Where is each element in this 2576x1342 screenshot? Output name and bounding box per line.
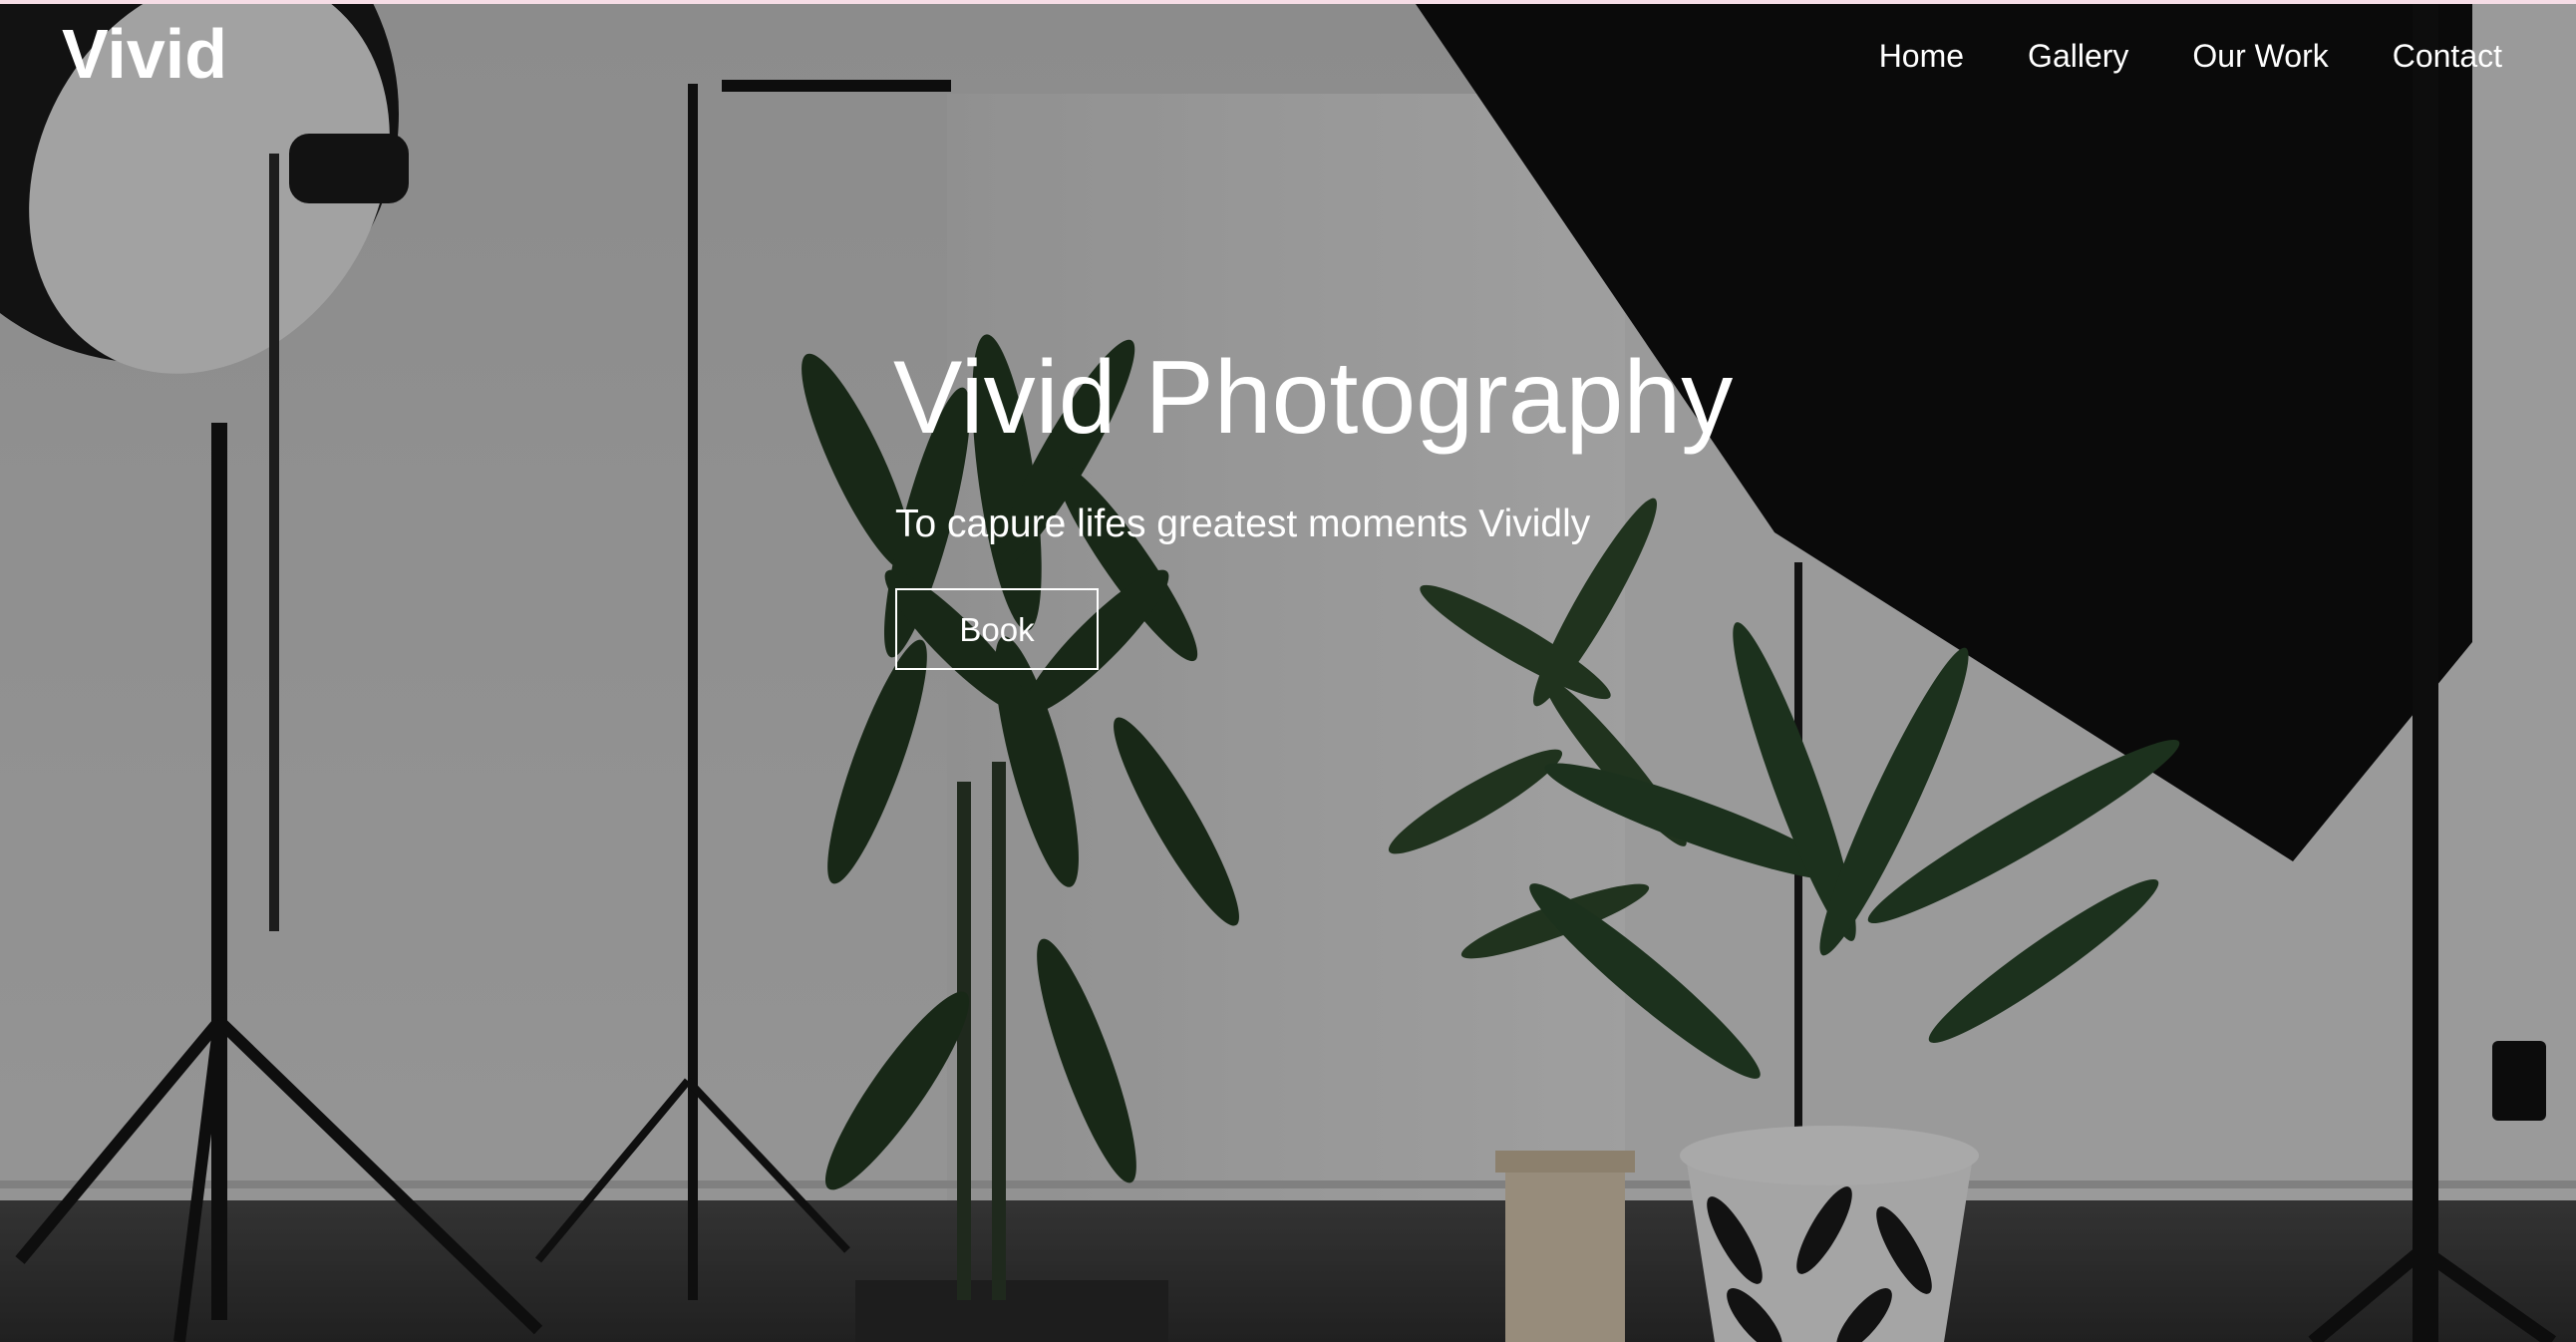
- nav-link-contact[interactable]: Contact: [2393, 38, 2502, 75]
- nav-link-our-work[interactable]: Our Work: [2192, 38, 2328, 75]
- book-button[interactable]: Book: [895, 587, 1099, 670]
- hero-dark-overlay: [0, 4, 2576, 1342]
- hero-content: Vivid Photography To capure lifes greate…: [893, 339, 1733, 670]
- hero-title: Vivid Photography: [893, 340, 1734, 456]
- hero-tagline: To capure lifes greatest moments Vividly: [895, 502, 1591, 545]
- nav-link-home[interactable]: Home: [1879, 38, 1964, 75]
- site-logo[interactable]: Vivid: [62, 14, 227, 94]
- hero-section: [0, 4, 2576, 1342]
- top-strip: [0, 0, 2576, 4]
- main-nav: Home Gallery Our Work Contact: [1879, 38, 2502, 75]
- nav-link-gallery[interactable]: Gallery: [2028, 38, 2128, 75]
